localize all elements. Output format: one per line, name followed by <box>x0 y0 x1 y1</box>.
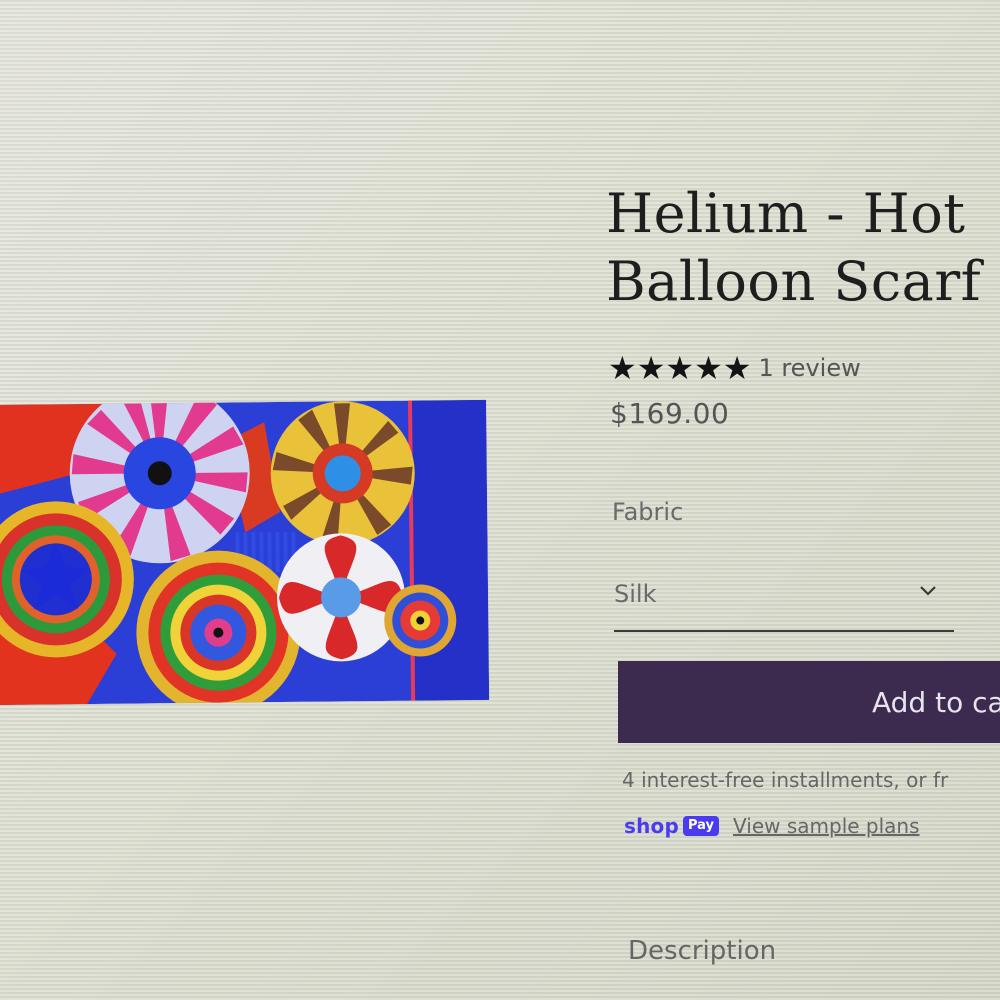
product-image[interactable] <box>0 399 490 705</box>
add-to-cart-button[interactable]: Add to cart <box>618 661 1000 743</box>
fabric-select[interactable]: Silk <box>614 570 954 632</box>
scarf-pattern-image <box>0 399 490 705</box>
tab-description[interactable]: Description <box>628 936 776 966</box>
product-price: $169.00 <box>610 397 730 430</box>
rating-stars-icon: ★★★★★ <box>608 349 752 387</box>
installments-text: 4 interest-free installments, or fr <box>622 768 949 792</box>
product-page: Helium - Hot Balloon Scarf ★★★★★ 1 revie… <box>0 0 1000 1000</box>
shop-pay-word: shop <box>624 814 679 838</box>
shop-pay-badge: Pay <box>683 816 720 836</box>
view-sample-plans-link[interactable]: View sample plans <box>733 814 920 838</box>
shop-pay-logo: shop Pay <box>624 814 720 838</box>
product-title-line-1: Helium - Hot <box>606 182 966 245</box>
product-title-line-2: Balloon Scarf <box>606 250 982 313</box>
product-rating[interactable]: ★★★★★ 1 review <box>608 350 861 386</box>
product-title: Helium - Hot Balloon Scarf <box>606 180 1000 316</box>
shop-pay-row: shop Pay View sample plans <box>624 810 920 842</box>
chevron-down-icon <box>920 586 936 596</box>
fabric-label: Fabric <box>612 498 684 526</box>
fabric-selected-value: Silk <box>614 580 657 608</box>
review-count-link[interactable]: 1 review <box>758 354 860 382</box>
